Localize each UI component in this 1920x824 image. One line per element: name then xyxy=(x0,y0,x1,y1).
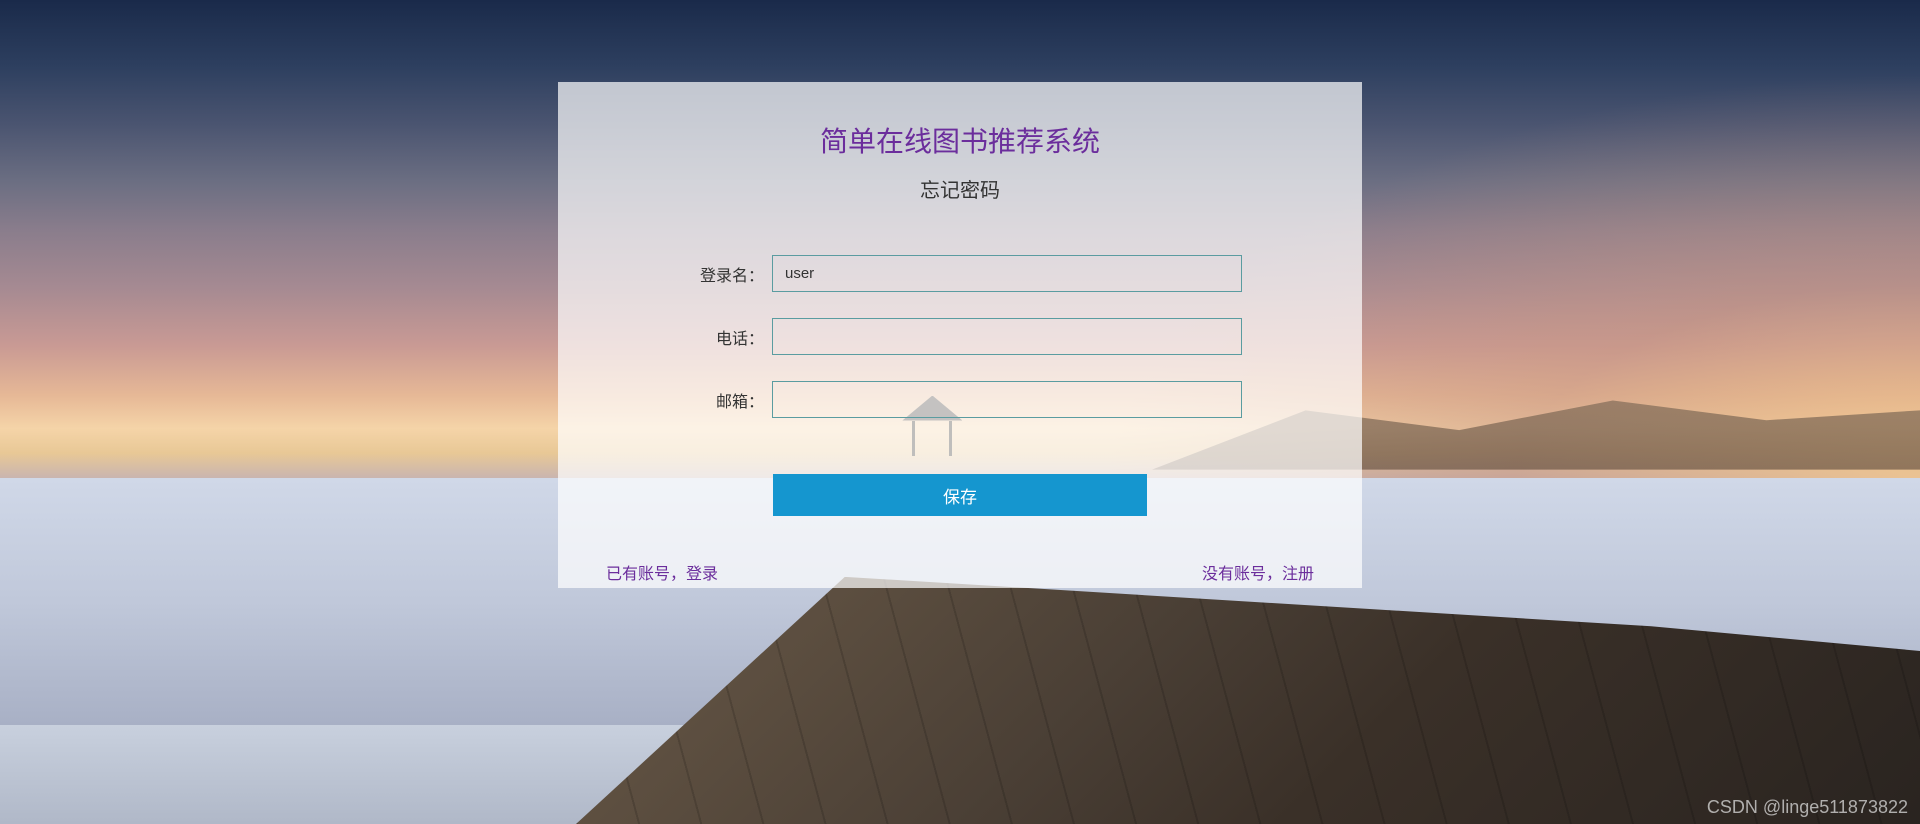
watermark: CSDN @linge511873822 xyxy=(1707,797,1908,818)
username-input[interactable] xyxy=(772,255,1242,292)
register-link[interactable]: 没有账号，注册 xyxy=(1202,560,1314,584)
forgot-password-panel: 简单在线图书推荐系统 忘记密码 登录名： 电话： 邮箱： 保存 已有账号，登录 … xyxy=(558,82,1362,588)
phone-label: 电话： xyxy=(678,325,764,349)
username-label: 登录名： xyxy=(678,262,764,286)
login-link[interactable]: 已有账号，登录 xyxy=(606,560,718,584)
username-row: 登录名： xyxy=(558,255,1362,292)
email-row: 邮箱： xyxy=(558,381,1362,418)
save-button[interactable]: 保存 xyxy=(773,474,1147,516)
email-input[interactable] xyxy=(772,381,1242,418)
page-title: 简单在线图书推荐系统 xyxy=(558,120,1362,160)
phone-input[interactable] xyxy=(772,318,1242,355)
page-subtitle: 忘记密码 xyxy=(558,174,1362,203)
email-label: 邮箱： xyxy=(678,388,764,412)
button-row: 保存 xyxy=(558,474,1362,516)
phone-row: 电话： xyxy=(558,318,1362,355)
links-row: 已有账号，登录 没有账号，注册 xyxy=(558,560,1362,584)
